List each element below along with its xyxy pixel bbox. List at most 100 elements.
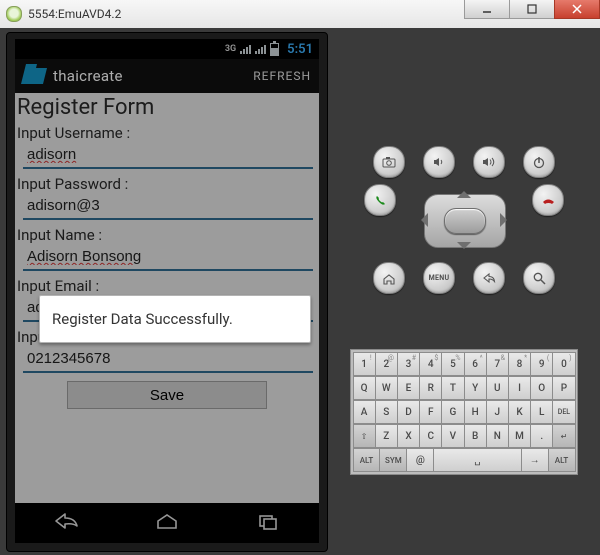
key-x[interactable]: X <box>397 424 420 448</box>
key-a[interactable]: A <box>353 400 376 424</box>
kbd-row-3: ASDFGHJKLDEL <box>353 400 575 424</box>
key-u[interactable]: U <box>486 376 509 400</box>
network-type-icon: 3G <box>225 44 236 54</box>
menu-button[interactable]: MENU <box>423 262 455 294</box>
clock: 5:51 <box>287 42 313 57</box>
end-call-button[interactable] <box>532 184 564 216</box>
key-b[interactable]: B <box>464 424 487 448</box>
key-.[interactable]: . <box>530 424 553 448</box>
key-1[interactable]: 1! <box>353 352 376 376</box>
refresh-button[interactable]: REFRESH <box>253 69 311 83</box>
tel-input[interactable] <box>23 346 313 373</box>
close-button[interactable] <box>554 0 600 19</box>
username-input[interactable] <box>23 142 313 169</box>
key-6[interactable]: 6^ <box>464 352 487 376</box>
key-␣[interactable]: ␣ <box>433 448 521 472</box>
volume-up-button[interactable] <box>473 146 505 178</box>
key-n[interactable]: N <box>486 424 509 448</box>
username-label: Input Username : <box>15 120 319 142</box>
key-del[interactable]: DEL <box>552 400 575 424</box>
form-heading: Register Form <box>17 95 315 120</box>
app-title: thaicreate <box>53 67 123 85</box>
key-y[interactable]: Y <box>464 376 487 400</box>
key-@[interactable]: @ <box>406 448 434 472</box>
key-c[interactable]: C <box>419 424 442 448</box>
window-buttons <box>465 0 600 20</box>
key-f[interactable]: F <box>419 400 442 424</box>
key-8[interactable]: 8* <box>508 352 531 376</box>
key-g[interactable]: G <box>441 400 464 424</box>
key-t[interactable]: T <box>441 376 464 400</box>
home-icon[interactable] <box>154 512 180 534</box>
key-7[interactable]: 7& <box>486 352 509 376</box>
maximize-button[interactable] <box>509 0 555 19</box>
key-9[interactable]: 9( <box>530 352 553 376</box>
save-button[interactable]: Save <box>67 381 268 409</box>
window-titlebar[interactable]: 5554:EmuAVD4.2 <box>0 0 600 29</box>
key-v[interactable]: V <box>441 424 464 448</box>
back-icon[interactable] <box>53 512 79 534</box>
key-k[interactable]: K <box>508 400 531 424</box>
battery-icon <box>270 43 279 56</box>
search-button[interactable] <box>523 262 555 294</box>
home-button[interactable] <box>373 262 405 294</box>
key-5[interactable]: 5% <box>441 352 464 376</box>
kbd-row-1: 1!2@3#4$5%6^7&8*9(0) <box>353 352 575 376</box>
toast-message[interactable]: Register Data Successfully. <box>39 295 311 343</box>
name-input[interactable] <box>23 244 313 271</box>
key-p[interactable]: P <box>552 376 575 400</box>
dpad-right[interactable] <box>500 213 514 227</box>
key-s[interactable]: S <box>375 400 398 424</box>
key-3[interactable]: 3# <box>397 352 420 376</box>
key-↵[interactable]: ↵ <box>552 424 575 448</box>
key-r[interactable]: R <box>419 376 442 400</box>
key-alt[interactable]: ALT <box>548 448 576 472</box>
key-z[interactable]: Z <box>375 424 398 448</box>
call-button[interactable] <box>364 184 396 216</box>
dpad-down[interactable] <box>457 242 471 256</box>
emulator-body: 3G 5:51 thaicreate REFRESH Register Form <box>0 28 600 555</box>
key-m[interactable]: M <box>508 424 531 448</box>
password-label: Input Password : <box>15 171 319 193</box>
password-input[interactable] <box>23 193 313 220</box>
power-button[interactable] <box>523 146 555 178</box>
hw-back-button[interactable] <box>473 262 505 294</box>
key-q[interactable]: Q <box>353 376 376 400</box>
kbd-row-4: ⇧ZXCVBNM.↵ <box>353 424 575 448</box>
system-nav-bar <box>15 503 319 543</box>
key-j[interactable]: J <box>486 400 509 424</box>
key-0[interactable]: 0) <box>552 352 575 376</box>
key-h[interactable]: H <box>464 400 487 424</box>
minimize-button[interactable] <box>464 0 510 19</box>
wifi-icon <box>255 44 266 54</box>
key-⇧[interactable]: ⇧ <box>353 424 376 448</box>
status-bar: 3G 5:51 <box>15 39 319 59</box>
dpad-left[interactable] <box>414 213 428 227</box>
key-e[interactable]: E <box>397 376 420 400</box>
key-w[interactable]: W <box>375 376 398 400</box>
hardware-controls: MENU <box>364 140 564 300</box>
volume-down-button[interactable] <box>423 146 455 178</box>
emulator-window: 5554:EmuAVD4.2 3G 5:51 <box>0 0 600 555</box>
toast-text: Register Data Successfully. <box>52 310 233 328</box>
key-o[interactable]: O <box>530 376 553 400</box>
recents-icon[interactable] <box>255 512 281 534</box>
camera-button[interactable] <box>373 146 405 178</box>
key-i[interactable]: I <box>508 376 531 400</box>
key-2[interactable]: 2@ <box>375 352 398 376</box>
android-screen: 3G 5:51 thaicreate REFRESH Register Form <box>15 39 319 543</box>
app-icon <box>21 68 47 84</box>
key-d[interactable]: D <box>397 400 420 424</box>
action-bar: thaicreate REFRESH <box>15 59 319 93</box>
key-→[interactable]: → <box>521 448 549 472</box>
key-alt[interactable]: ALT <box>353 448 381 472</box>
signal-icon <box>240 44 251 54</box>
dpad-up[interactable] <box>457 184 471 198</box>
dpad-center[interactable] <box>444 208 486 234</box>
name-label: Input Name : <box>15 222 319 244</box>
menu-label: MENU <box>429 274 450 282</box>
key-sym[interactable]: SYM <box>379 448 407 472</box>
soft-keyboard: 1!2@3#4$5%6^7&8*9(0) QWERTYUIOP ASDFGHJK… <box>350 349 578 475</box>
key-l[interactable]: L <box>530 400 553 424</box>
key-4[interactable]: 4$ <box>419 352 442 376</box>
